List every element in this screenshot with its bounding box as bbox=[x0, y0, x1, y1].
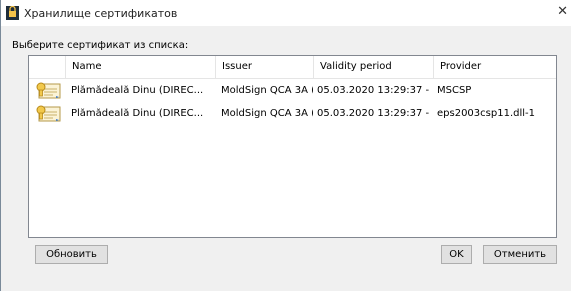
cell-provider: eps2003csp11.dll-1 bbox=[437, 108, 535, 119]
cell-issuer: MoldSign QCA 3A (IP STI... bbox=[221, 85, 313, 96]
table-row[interactable]: Plămădeală Dinu (DIREC... MoldSign QCA 3… bbox=[29, 103, 556, 125]
column-header-validity-period[interactable]: Validity period bbox=[314, 56, 434, 78]
close-icon[interactable]: ✕ bbox=[557, 5, 568, 19]
cancel-button[interactable]: Отменить bbox=[483, 245, 557, 264]
column-header-provider[interactable]: Provider bbox=[434, 56, 556, 78]
select-certificate-prompt: Выберите сертификат из списка: bbox=[12, 40, 189, 51]
certificate-store-dialog: Хранилище сертификатов ✕ Выберите сертиф… bbox=[0, 0, 571, 291]
column-header-issuer[interactable]: Issuer bbox=[216, 56, 314, 78]
cell-validity-period: 05.03.2020 13:29:37 - 0... bbox=[317, 108, 433, 119]
refresh-button[interactable]: Обновить bbox=[35, 245, 108, 264]
cell-validity-period: 05.03.2020 13:29:37 - 0... bbox=[317, 85, 433, 96]
certificate-icon bbox=[36, 82, 61, 99]
ok-button[interactable]: OK bbox=[441, 245, 472, 264]
header-icon-column[interactable] bbox=[29, 56, 66, 78]
column-header-name[interactable]: Name bbox=[66, 56, 216, 78]
window-title: Хранилище сертификатов bbox=[24, 7, 178, 20]
certificate-icon bbox=[36, 105, 61, 122]
list-header: Name Issuer Validity period Provider bbox=[29, 56, 556, 79]
title-bar[interactable]: Хранилище сертификатов ✕ bbox=[1, 0, 571, 26]
table-row[interactable]: Plămădeală Dinu (DIREC... MoldSign QCA 3… bbox=[29, 80, 556, 102]
cell-name: Plămădeală Dinu (DIREC... bbox=[71, 85, 204, 96]
cell-issuer: MoldSign QCA 3A (IP STI... bbox=[221, 108, 313, 119]
certificate-store-icon bbox=[6, 6, 19, 20]
cell-provider: MSCSP bbox=[437, 85, 472, 96]
cell-name: Plămădeală Dinu (DIREC... bbox=[71, 108, 204, 119]
certificate-list[interactable]: Name Issuer Validity period Provider Plă… bbox=[28, 55, 557, 238]
